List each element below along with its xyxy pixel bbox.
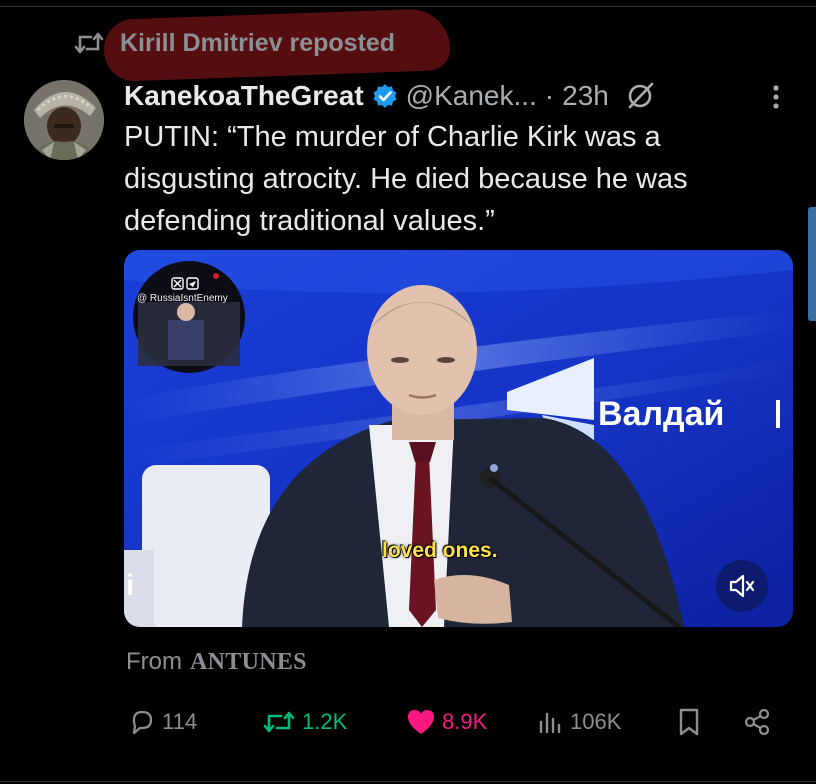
video-caption: loved ones. xyxy=(382,539,498,562)
grok-icon[interactable] xyxy=(625,81,655,111)
views-chart-icon xyxy=(539,712,561,734)
like-count: 8.9K xyxy=(442,709,488,734)
action-bar: 114 1.2K 8.9K 106K xyxy=(124,700,784,744)
repost-count: 1.2K xyxy=(302,709,348,734)
display-name[interactable]: KanekoaTheGreat xyxy=(124,80,364,112)
bookmark-icon xyxy=(679,708,699,736)
video-player[interactable]: Валдай i xyxy=(124,250,793,627)
repost-label: Kirill Dmitriev reposted xyxy=(120,28,396,57)
separator-dot: · xyxy=(544,80,555,111)
user-handle[interactable]: @Kanek... xyxy=(406,80,537,112)
avatar[interactable] xyxy=(24,80,104,160)
reply-button[interactable]: 114 xyxy=(128,700,197,744)
more-options-icon[interactable] xyxy=(766,80,786,114)
muted-speaker-icon xyxy=(729,574,755,598)
post-timestamp[interactable]: 23h xyxy=(562,80,609,112)
repost-context[interactable]: Kirill Dmitriev reposted xyxy=(74,26,395,60)
top-divider xyxy=(0,6,816,7)
bottom-divider xyxy=(0,781,816,782)
tweet-screen: Kirill Dmitriev reposted KanekoaTheGreat… xyxy=(0,0,816,784)
post-text: PUTIN: “The murder of Charlie Kirk was a… xyxy=(124,121,688,237)
reply-count: 114 xyxy=(162,709,198,734)
views-count: 106K xyxy=(570,709,622,734)
repost-button[interactable]: 1.2K xyxy=(262,700,347,744)
source-attribution[interactable]: From ANTUNES xyxy=(126,648,307,676)
views-button[interactable]: 106K xyxy=(536,700,621,744)
source-name[interactable]: ANTUNES xyxy=(190,649,307,676)
reply-icon xyxy=(132,710,153,735)
venue-sign-text: Валдай xyxy=(598,395,724,433)
share-button[interactable] xyxy=(742,700,772,744)
post-header: KanekoaTheGreat @Kanek... · 23h xyxy=(124,76,655,116)
bookmark-button[interactable] xyxy=(676,700,702,744)
avatar-image xyxy=(24,80,104,160)
scrollbar-thumb[interactable] xyxy=(808,207,816,321)
repost-icon xyxy=(74,32,104,54)
watermark-handle: @ RussiaIsntEnemy xyxy=(137,293,228,304)
mute-button[interactable] xyxy=(716,560,768,612)
like-button[interactable]: 8.9K xyxy=(406,700,487,744)
share-icon xyxy=(744,708,770,736)
source-label: From xyxy=(126,648,182,675)
video-frame: Валдай i xyxy=(124,250,793,627)
svg-text:i: i xyxy=(126,569,134,602)
verified-badge-icon xyxy=(373,84,397,108)
heart-icon xyxy=(408,710,434,734)
repost-icon xyxy=(263,711,295,733)
